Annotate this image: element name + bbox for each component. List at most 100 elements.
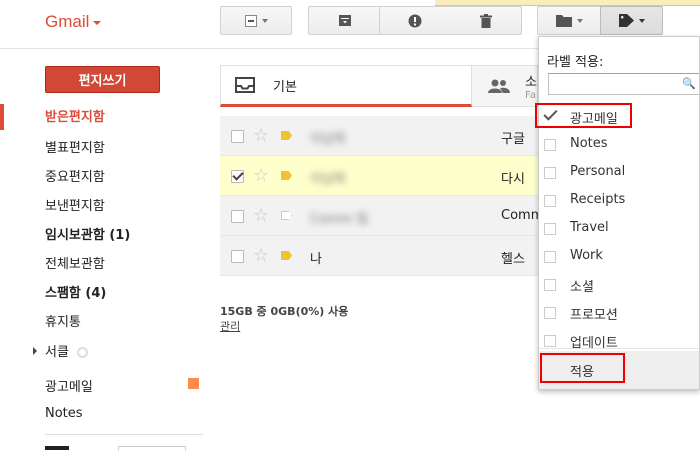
sidebar-item[interactable]: 서클 [45,341,88,360]
importance-marker-icon[interactable] [281,211,292,220]
label-checkbox[interactable] [544,139,556,151]
gmail-logo[interactable]: Gmail [45,12,102,32]
sidebar-item[interactable]: 광고메일 [45,376,93,395]
compose-button[interactable]: 편지쓰기 [45,66,160,93]
select-checkbox-button[interactable] [220,6,292,35]
chat-avatar [45,446,69,450]
importance-marker-icon[interactable] [281,251,292,260]
sidebar-item-label: Notes [45,406,83,421]
label-menu-item[interactable]: 광고메일 [539,103,699,131]
tab-social[interactable]: 소 Fa [472,65,538,107]
label-menu-item[interactable]: Travel [539,215,699,243]
tab-social-label: 소 [525,75,537,90]
tab-primary[interactable]: 기본 [220,65,472,107]
checkmark-icon [543,107,557,123]
label-menu-item[interactable]: Work [539,243,699,271]
sidebar-item-label: 휴지통 [45,315,81,330]
sidebar-item[interactable]: Notes [45,406,83,421]
row-sender: 이남희 [310,132,346,147]
sidebar-item[interactable]: 보낸편지함 [45,195,105,214]
label-menu-item-label: 소셜 [570,280,594,295]
search-icon: 🔍 [682,77,696,90]
sidebar-item[interactable]: 스팸함 (4) [45,282,106,301]
label-menu-item-label: Work [570,248,603,263]
row-checkbox[interactable] [231,170,244,183]
apply-button[interactable]: 적용 [539,351,699,389]
sidebar-item[interactable]: 전체보관함 [45,253,105,272]
checkbox-icon [244,14,257,27]
label-checkbox[interactable] [544,223,556,235]
importance-marker-icon[interactable] [281,131,292,140]
archive-button[interactable] [308,6,380,35]
row-subject: Comm [501,208,544,223]
label-menu-title: 라벨 적용: [547,55,604,70]
menu-divider [539,348,699,349]
label-checkbox[interactable] [544,279,556,291]
expand-arrow-icon[interactable] [33,347,37,355]
chat-buttons[interactable] [118,446,186,450]
inbox-icon [235,77,255,93]
gmail-logo-text: Gmail [45,12,90,31]
sidebar-item-label: 서클 [45,345,69,360]
label-menu-item[interactable]: 프로모션 [539,299,699,327]
chevron-down-icon [261,18,268,23]
sidebar-item[interactable]: 휴지통 [45,311,81,330]
storage-usage: 15GB 중 0GB(0%) 사용 [220,305,349,318]
star-icon[interactable]: ☆ [253,125,269,146]
sidebar-item-label: 별표편지함 [45,141,105,156]
row-sender: 이남희 [310,172,346,187]
star-icon[interactable]: ☆ [253,245,269,266]
row-sender: 나 [310,252,322,267]
sidebar-item[interactable]: 별표편지함 [45,137,105,156]
star-icon[interactable]: ☆ [253,165,269,186]
sidebar-item-label: 광고메일 [45,380,93,395]
label-checkbox[interactable] [544,307,556,319]
label-menu-item[interactable]: Notes [539,131,699,159]
row-checkbox[interactable] [231,250,244,263]
row-checkbox[interactable] [231,130,244,143]
sidebar-item-label: 중요편지함 [45,170,105,185]
label-color-swatch[interactable] [188,378,199,389]
importance-marker-icon[interactable] [281,171,292,180]
label-checkbox[interactable] [544,195,556,207]
manage-link[interactable]: 관리 [220,318,240,334]
report-spam-button[interactable] [379,6,451,35]
row-subject: 헬스 [501,252,525,267]
row-subject: 구글 [501,132,525,147]
folder-icon [555,15,572,27]
chevron-down-icon [638,18,645,23]
star-icon[interactable]: ☆ [253,205,269,226]
move-to-button[interactable] [537,6,600,35]
sidebar-item[interactable]: 임시보관함 (1) [45,224,130,243]
sidebar-item-label: 스팸함 (4) [45,286,107,301]
sidebar-item-label: 임시보관함 (1) [45,228,131,243]
label-menu-item-label: Travel [570,220,609,235]
sidebar-item[interactable]: 받은편지함 [45,106,105,125]
label-menu-item[interactable]: Personal [539,159,699,187]
label-menu-item[interactable]: 소셜 [539,271,699,299]
label-checkbox[interactable] [544,251,556,263]
label-search-input[interactable] [549,74,679,94]
people-icon [488,79,510,93]
chevron-down-icon [576,18,583,23]
labels-button[interactable] [600,6,663,35]
archive-icon [338,15,351,26]
label-menu-item-label: 광고메일 [570,112,618,127]
label-menu: 라벨 적용: 🔍 광고메일 Notes Personal Receipts Travel… [538,36,700,390]
label-checkbox[interactable] [544,335,556,347]
delete-button[interactable] [450,6,522,35]
label-menu-item-label: 프로모션 [570,308,618,323]
label-search-field[interactable]: 🔍 [548,73,699,95]
row-subject: 다시 [501,172,525,187]
label-checkbox[interactable] [544,167,556,179]
tab-primary-label: 기본 [273,79,297,95]
row-checkbox[interactable] [231,210,244,223]
label-menu-item-label: Notes [570,136,608,151]
sidebar-item-label: 받은편지함 [45,110,105,125]
sidebar-item-label: 보낸편지함 [45,199,105,214]
spam-icon [408,14,422,27]
circles-icon [76,347,88,358]
sidebar-item-label: 전체보관함 [45,257,105,272]
label-menu-item[interactable]: Receipts [539,187,699,215]
sidebar-item[interactable]: 중요편지함 [45,166,105,185]
